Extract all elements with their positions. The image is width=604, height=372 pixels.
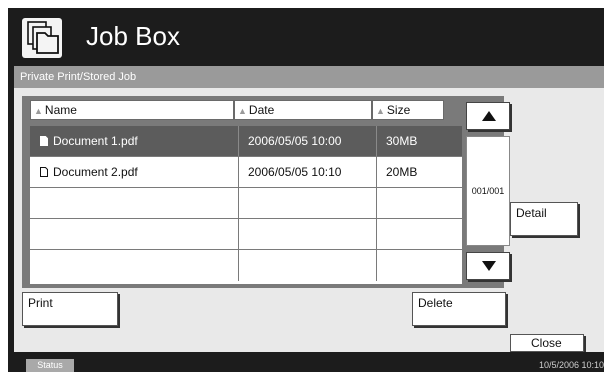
detail-button[interactable]: Detail	[510, 202, 578, 236]
document-icon	[40, 136, 48, 146]
sort-triangle-icon: ▲	[34, 106, 43, 116]
arrow-down-icon	[482, 261, 496, 271]
panel-title: Private Print/Stored Job	[14, 66, 604, 88]
job-rows: Document 1.pdf 2006/05/05 10:00 30MB Doc…	[30, 126, 462, 284]
pager: 001/001	[466, 100, 512, 284]
scroll-up-button[interactable]	[466, 102, 510, 130]
sort-triangle-icon: ▲	[376, 106, 385, 116]
column-header-size[interactable]: ▲ Size	[372, 100, 444, 120]
document-date: 2006/05/05 10:00	[238, 126, 376, 156]
table-row[interactable]: Document 2.pdf 2006/05/05 10:10 20MB	[30, 157, 462, 188]
table-row-empty	[30, 188, 462, 219]
table-row-empty	[30, 219, 462, 250]
delete-button[interactable]: Delete	[412, 292, 506, 326]
table-row[interactable]: Document 1.pdf 2006/05/05 10:00 30MB	[30, 126, 462, 157]
header: Job Box	[8, 8, 604, 64]
arrow-up-icon	[482, 111, 496, 121]
page-title: Job Box	[86, 21, 180, 51]
sort-triangle-icon: ▲	[238, 106, 247, 116]
column-header-date[interactable]: ▲ Date	[234, 100, 372, 120]
document-size: 20MB	[376, 157, 462, 187]
status-label[interactable]: Status	[26, 359, 74, 372]
document-date: 2006/05/05 10:10	[238, 157, 376, 187]
document-icon	[40, 167, 48, 177]
table-row-empty	[30, 250, 462, 281]
document-name: Document 2.pdf	[53, 165, 138, 179]
print-button[interactable]: Print	[22, 292, 118, 326]
status-bar: Status 10/5/2006 10:10	[8, 352, 604, 372]
document-size: 30MB	[376, 126, 462, 156]
job-box-screen: Job Box Private Print/Stored Job ▲ Name ▲…	[8, 8, 604, 372]
close-button[interactable]: Close	[510, 334, 584, 352]
job-box-icon	[22, 18, 62, 58]
job-list: ▲ Name ▲ Date ▲ Size Document 1.pdf 2006/05…	[22, 96, 510, 288]
column-header-name[interactable]: ▲ Name	[30, 100, 234, 120]
status-time: 10/5/2006 10:10	[538, 360, 604, 370]
document-name: Document 1.pdf	[53, 134, 138, 148]
scroll-down-button[interactable]	[466, 252, 510, 280]
page-indicator: 001/001	[466, 136, 510, 246]
job-panel: Private Print/Stored Job ▲ Name ▲ Date ▲ Si…	[14, 66, 604, 352]
